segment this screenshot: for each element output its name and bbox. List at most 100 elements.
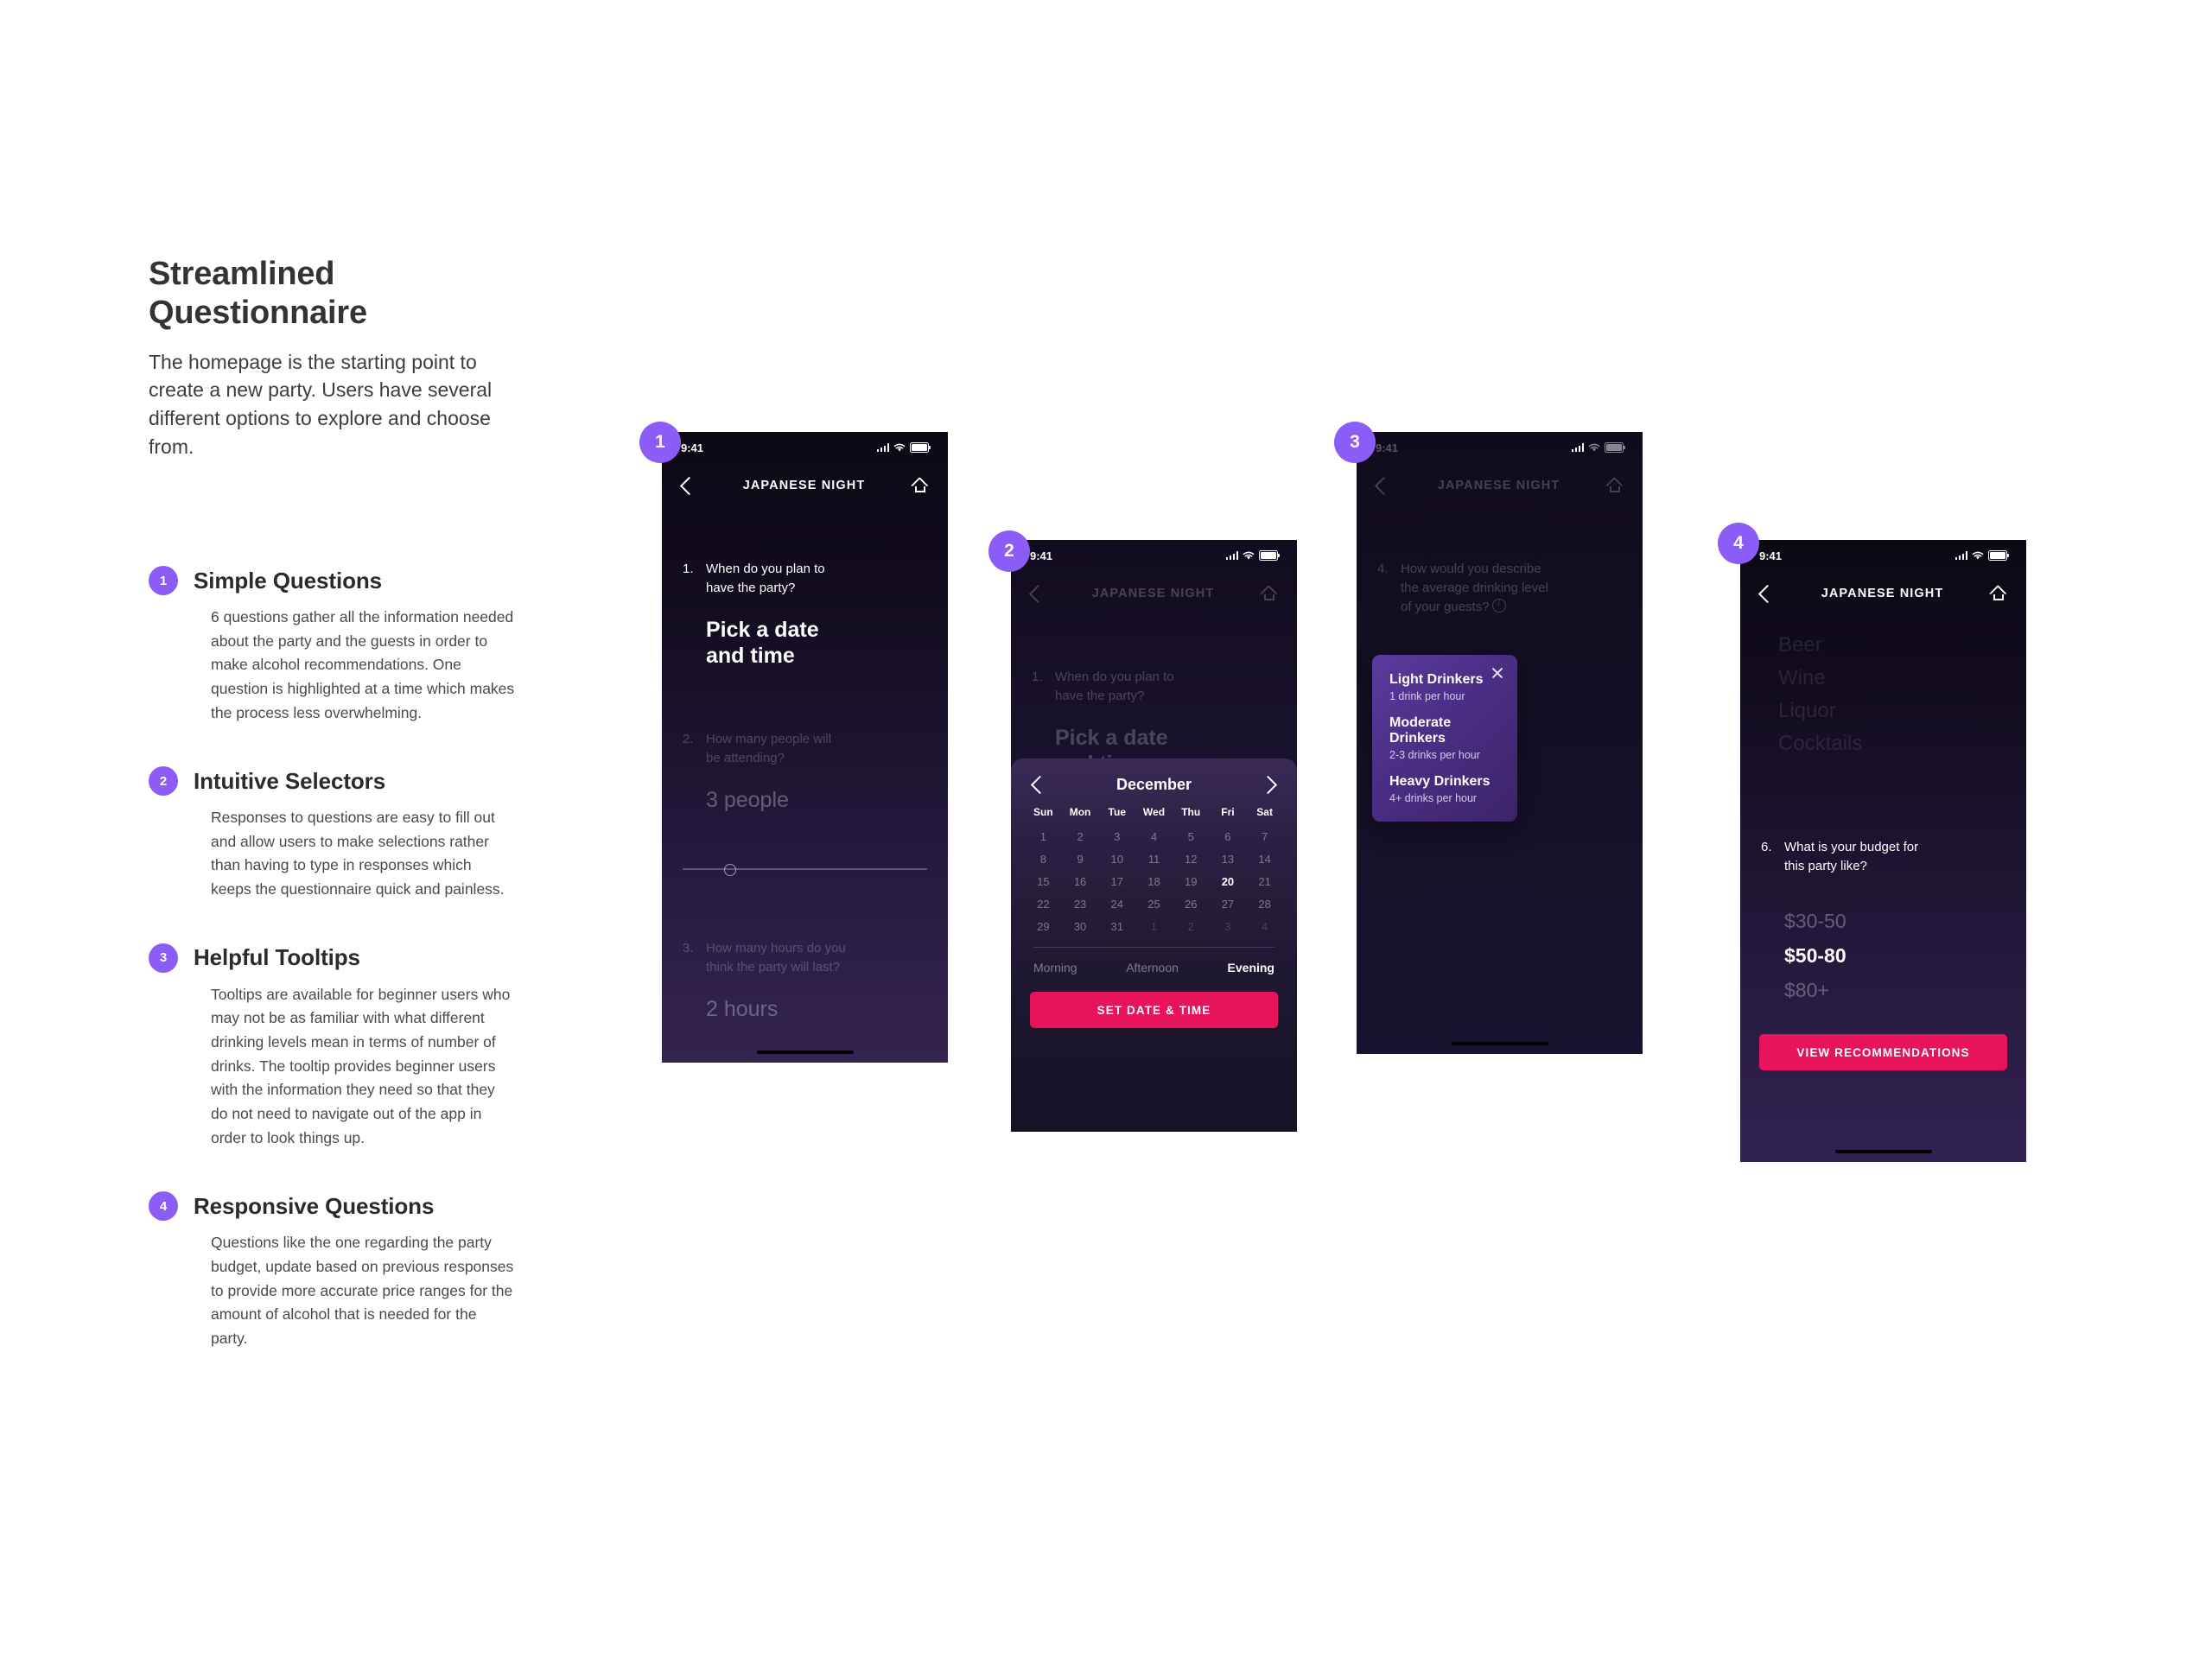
- question-block-2: 2. How many people will be attending? 3 …: [683, 730, 932, 813]
- calendar-day[interactable]: 27: [1210, 898, 1247, 911]
- question-row: 1. When do you plan to have the party?: [683, 560, 932, 598]
- question-number: 1.: [683, 562, 694, 576]
- calendar-day[interactable]: 28: [1246, 898, 1283, 911]
- tooltip-item-title: Moderate Drinkers: [1389, 715, 1452, 746]
- calendar-day-selected[interactable]: 20: [1210, 875, 1247, 888]
- home-icon[interactable]: [912, 479, 927, 493]
- calendar-day-outside[interactable]: 2: [1173, 920, 1210, 933]
- calendar-day[interactable]: 5: [1173, 830, 1210, 843]
- time-of-day-selector: Morning Afternoon Evening: [1011, 948, 1297, 974]
- calendar-day[interactable]: 25: [1135, 898, 1173, 911]
- budget-option[interactable]: $30-50: [1784, 910, 2011, 933]
- calendar-day[interactable]: 24: [1098, 898, 1135, 911]
- calendar-day[interactable]: 10: [1098, 853, 1135, 866]
- question-answer[interactable]: Pick a date and time: [706, 617, 932, 669]
- back-chevron-icon[interactable]: [1028, 584, 1048, 603]
- budget-options-group: $30-50 $50-80 $80+: [1761, 910, 2011, 1013]
- calendar-day[interactable]: 17: [1098, 875, 1135, 888]
- status-time: 9:41: [1030, 549, 1053, 562]
- time-option-evening[interactable]: Evening: [1228, 961, 1274, 974]
- question-answer[interactable]: 2 hours: [706, 996, 932, 1022]
- calendar-day[interactable]: 23: [1062, 898, 1099, 911]
- set-date-time-button[interactable]: SET DATE & TIME: [1030, 992, 1278, 1028]
- nav-title: JAPANESE NIGHT: [1821, 587, 1944, 600]
- calendar-dow-label: Thu: [1181, 806, 1201, 818]
- back-chevron-icon[interactable]: [679, 476, 699, 495]
- question-row: 2. How many people will be attending?: [683, 730, 932, 768]
- signal-bars-icon: [1225, 551, 1238, 560]
- question-text: When do you plan to have the party?: [1055, 670, 1174, 703]
- calendar-day-outside[interactable]: 4: [1246, 920, 1283, 933]
- calendar-month-label: December: [1116, 776, 1192, 793]
- budget-option[interactable]: $80+: [1784, 979, 2011, 1002]
- home-icon[interactable]: [1991, 587, 2005, 601]
- calendar-day[interactable]: 16: [1062, 875, 1099, 888]
- feature-number-badge: 3: [149, 943, 178, 973]
- drink-type-item[interactable]: Beer: [1778, 633, 2009, 657]
- question-number: 1.: [1032, 670, 1043, 684]
- budget-option-selected[interactable]: $50-80: [1784, 944, 2011, 968]
- question-row: 3. How many hours do you think the party…: [683, 939, 932, 977]
- calendar-day[interactable]: 19: [1173, 875, 1210, 888]
- nav-bar: JAPANESE NIGHT: [1011, 576, 1297, 611]
- calendar-day[interactable]: 8: [1025, 853, 1062, 866]
- calendar-day[interactable]: 26: [1173, 898, 1210, 911]
- back-chevron-icon[interactable]: [1374, 476, 1394, 495]
- question-block-4: 4. How would you describe the average dr…: [1377, 560, 1627, 616]
- home-icon[interactable]: [1262, 587, 1276, 601]
- calendar-day[interactable]: 3: [1098, 830, 1135, 843]
- feature-title: Simple Questions: [194, 567, 383, 594]
- back-chevron-icon[interactable]: [1758, 584, 1777, 603]
- calendar-dow-label: Mon: [1069, 806, 1091, 818]
- calendar-day[interactable]: 11: [1135, 853, 1173, 866]
- status-bar: 9:41: [662, 432, 948, 463]
- info-circle-icon[interactable]: [1491, 598, 1506, 613]
- feature-title: Responsive Questions: [194, 1192, 435, 1219]
- phone-callout-badge-4: 4: [1718, 523, 1759, 564]
- question-row: 4. How would you describe the average dr…: [1377, 560, 1627, 616]
- calendar-dow-label: Fri: [1221, 806, 1235, 818]
- signal-bars-icon: [876, 443, 889, 452]
- calendar-day[interactable]: 30: [1062, 920, 1099, 933]
- calendar-day[interactable]: 18: [1135, 875, 1173, 888]
- calendar-next-month-icon[interactable]: [1258, 775, 1278, 795]
- drink-type-item[interactable]: Liquor: [1778, 699, 2009, 723]
- time-option-morning[interactable]: Morning: [1033, 961, 1077, 974]
- time-option-afternoon[interactable]: Afternoon: [1126, 961, 1179, 974]
- calendar-day[interactable]: 12: [1173, 853, 1210, 866]
- people-count-slider[interactable]: [683, 863, 927, 876]
- calendar-day[interactable]: 21: [1246, 875, 1283, 888]
- calendar-day[interactable]: 1: [1025, 830, 1062, 843]
- slider-knob[interactable]: [724, 863, 737, 876]
- calendar-dow-label: Sat: [1256, 806, 1273, 818]
- status-indicators: [1955, 550, 2010, 561]
- calendar-day[interactable]: 4: [1135, 830, 1173, 843]
- feature-item-responsive-questions: 4 Responsive Questions Questions like th…: [149, 1191, 529, 1350]
- calendar-day[interactable]: 7: [1246, 830, 1283, 843]
- calendar-day[interactable]: 22: [1025, 898, 1062, 911]
- home-icon[interactable]: [1607, 479, 1622, 493]
- calendar-day[interactable]: 31: [1098, 920, 1135, 933]
- view-recommendations-button[interactable]: VIEW RECOMMENDATIONS: [1759, 1034, 2007, 1070]
- calendar-day[interactable]: 2: [1062, 830, 1099, 843]
- drink-type-item[interactable]: Cocktails: [1778, 732, 2009, 756]
- tooltip-item-subtitle: 2-3 drinks per hour: [1389, 749, 1480, 761]
- calendar-day-outside[interactable]: 3: [1210, 920, 1247, 933]
- feature-header: 4 Responsive Questions: [149, 1191, 529, 1222]
- close-icon[interactable]: [1491, 666, 1504, 680]
- calendar-day[interactable]: 29: [1025, 920, 1062, 933]
- page-title: Streamlined Questionnaire: [149, 256, 367, 331]
- drink-type-item[interactable]: Wine: [1778, 666, 2009, 690]
- calendar-day[interactable]: 15: [1025, 875, 1062, 888]
- nav-title: JAPANESE NIGHT: [1091, 587, 1215, 600]
- question-answer[interactable]: 3 people: [706, 787, 932, 813]
- calendar-day[interactable]: 6: [1210, 830, 1247, 843]
- status-bar: 9:41: [1011, 540, 1297, 571]
- calendar-day[interactable]: 9: [1062, 853, 1099, 866]
- feature-item-simple-questions: 1 Simple Questions 6 questions gather al…: [149, 566, 529, 725]
- calendar-prev-month-icon[interactable]: [1030, 775, 1050, 795]
- calendar-day-outside[interactable]: 1: [1135, 920, 1173, 933]
- battery-icon: [1605, 442, 1626, 453]
- calendar-day[interactable]: 14: [1246, 853, 1283, 866]
- calendar-day[interactable]: 13: [1210, 853, 1247, 866]
